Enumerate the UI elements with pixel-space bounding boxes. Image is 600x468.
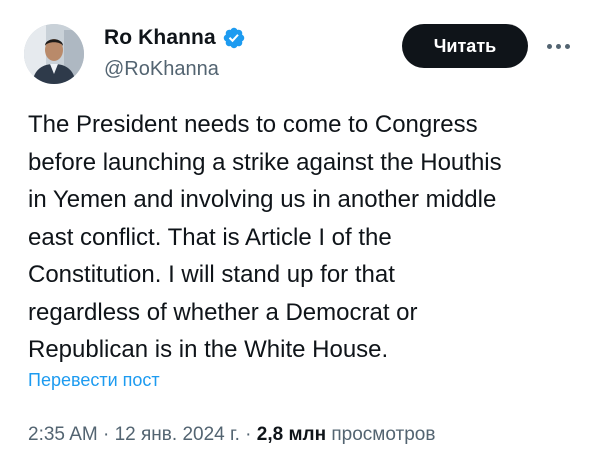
author-display-name[interactable]: Ro Khanna [104, 26, 216, 50]
more-options-icon[interactable] [540, 32, 576, 60]
profile-photo [24, 24, 84, 84]
author-handle[interactable]: @RoKhanna [104, 58, 219, 81]
avatar[interactable] [24, 24, 84, 84]
tweet-meta: 2:35 AM · 12 янв. 2024 г. · 2,8 млн прос… [28, 424, 435, 446]
views-label: просмотров [331, 424, 436, 445]
author-name-row: Ro Khanna [104, 26, 246, 50]
views-count[interactable]: 2,8 млн [257, 424, 326, 445]
verified-badge-icon[interactable] [222, 26, 246, 50]
more-dot [546, 43, 552, 49]
follow-button[interactable]: Читать [402, 24, 528, 68]
more-dot [564, 43, 570, 49]
tweet-text: The President needs to come to Congress … [28, 111, 502, 363]
tweet-time[interactable]: 2:35 AM [28, 424, 98, 445]
meta-separator: · [97, 424, 115, 445]
translate-post-link[interactable]: Перевести пост [28, 370, 160, 391]
more-dot [555, 43, 561, 49]
meta-separator: · [239, 424, 257, 445]
tweet-date[interactable]: 12 янв. 2024 г. [115, 424, 240, 445]
